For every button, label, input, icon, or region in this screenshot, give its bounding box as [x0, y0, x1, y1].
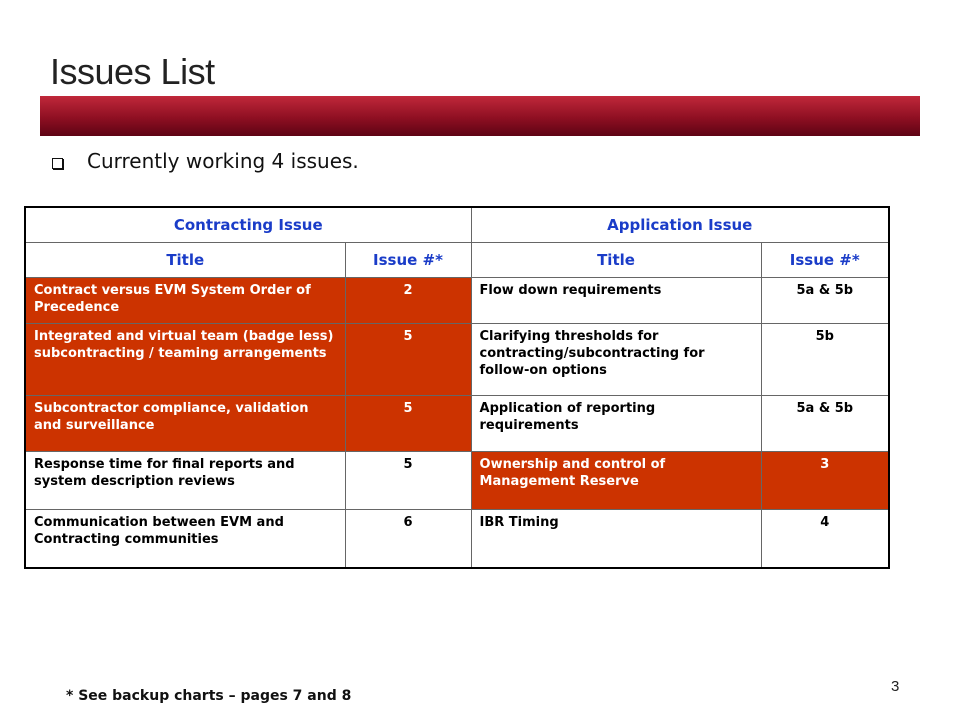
contracting-issue-cell: 5: [344, 395, 472, 452]
column-header-contracting-issue: Issue #*: [344, 242, 472, 278]
application-title-cell: Ownership and control of Management Rese…: [470, 451, 762, 510]
contracting-title-cell: Response time for final reports and syst…: [24, 451, 346, 510]
page-number: 3: [891, 678, 900, 695]
issues-table: Contracting Issue Application Issue Titl…: [24, 206, 891, 569]
application-issue-cell: 4: [760, 509, 890, 568]
application-issue-cell: 5b: [760, 323, 890, 396]
contracting-issue-cell: 2: [344, 277, 472, 324]
application-title-cell: IBR Timing: [470, 509, 762, 568]
footnote: * See backup charts – pages 7 and 8: [66, 688, 352, 704]
column-header-application-issue: Issue #*: [760, 242, 890, 278]
slide-title: Issues List: [50, 51, 215, 92]
column-header-contracting-title: Title: [24, 242, 346, 278]
square-bullet-icon: [52, 157, 63, 169]
table-row: Contract versus EVM System Order of Prec…: [24, 277, 890, 324]
column-header-row: Title Issue #* Title Issue #*: [24, 242, 890, 278]
title-bar: [40, 96, 920, 136]
contracting-title-cell: Contract versus EVM System Order of Prec…: [24, 277, 346, 324]
table-row: Integrated and virtual team (badge less)…: [24, 323, 890, 396]
column-header-application-title: Title: [470, 242, 762, 278]
table-row: Subcontractor compliance, validation and…: [24, 395, 890, 452]
application-issue-cell: 3: [760, 451, 890, 510]
contracting-title-cell: Communication between EVM and Contractin…: [24, 509, 346, 568]
application-issue-cell: 5a & 5b: [760, 395, 890, 452]
table-row: Response time for final reports and syst…: [24, 451, 890, 510]
bullet-item: Currently working 4 issues.: [52, 146, 359, 176]
contracting-issue-cell: 5: [344, 323, 472, 396]
bullet-text: Currently working 4 issues.: [87, 149, 359, 173]
application-issue-cell: 5a & 5b: [760, 277, 890, 324]
table-row: Communication between EVM and Contractin…: [24, 509, 890, 568]
contracting-title-cell: Integrated and virtual team (badge less)…: [24, 323, 346, 396]
contracting-issue-cell: 5: [344, 451, 472, 510]
application-title-cell: Clarifying thresholds for contracting/su…: [470, 323, 762, 396]
application-issue-header: Application Issue: [470, 206, 890, 243]
contracting-title-cell: Subcontractor compliance, validation and…: [24, 395, 346, 452]
application-title-cell: Application of reporting requirements: [470, 395, 762, 452]
application-title-cell: Flow down requirements: [470, 277, 762, 324]
group-header-row: Contracting Issue Application Issue: [24, 206, 890, 243]
contracting-issue-cell: 6: [344, 509, 472, 568]
contracting-issue-header: Contracting Issue: [24, 206, 472, 243]
